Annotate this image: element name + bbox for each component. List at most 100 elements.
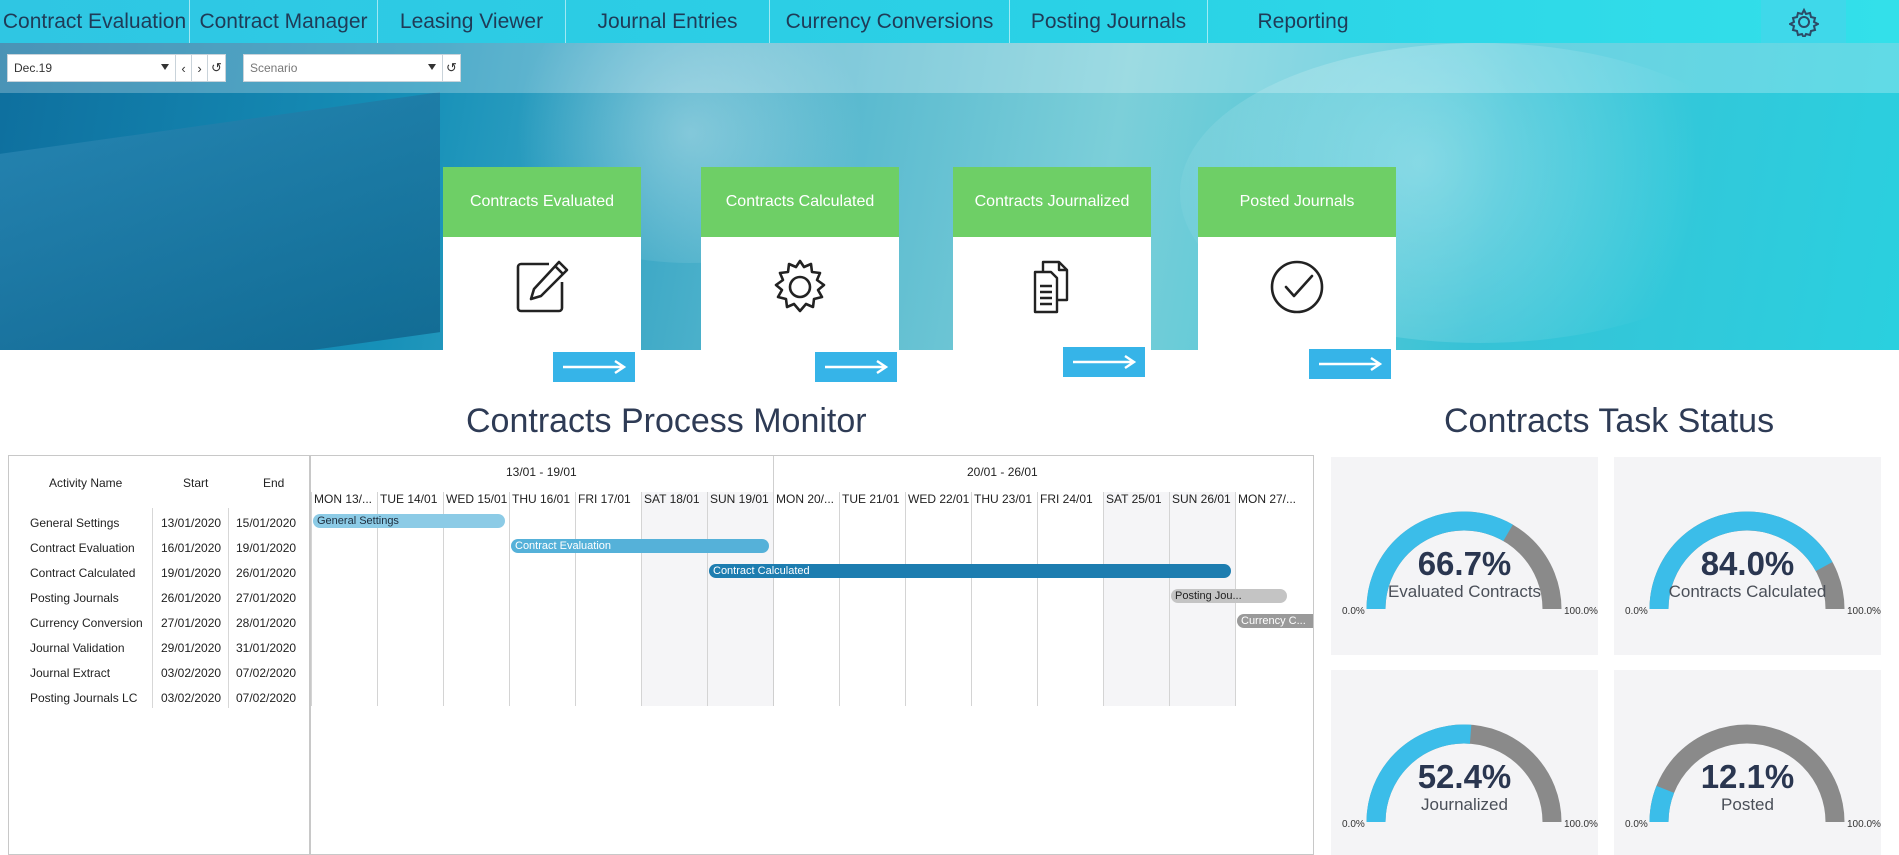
activity-name-cell: Journal Extract [30,666,111,680]
gauge-card: 12.1% Posted 0.0% 100.0% [1614,670,1881,855]
activity-start-cell: 29/01/2020 [161,641,222,655]
gantt-bar[interactable]: Posting Jou... [1171,589,1287,603]
day-column: THU 16/01 [509,492,575,706]
day-column: SAT 25/01 [1103,492,1169,706]
day-label: TUE 21/01 [842,492,900,506]
refresh-icon: ↺ [446,60,457,75]
gauge-max-label: 100.0% [1847,606,1881,617]
step-card-contracts-evaluated: Contracts Evaluated [443,167,641,350]
documents-icon [1033,260,1069,314]
step-card-contracts-calculated: Contracts Calculated [701,167,899,350]
gauge-min-label: 0.0% [1625,819,1648,830]
day-label: MON 20/... [776,492,835,506]
day-label: WED 22/01 [908,492,970,506]
activity-start-cell: 03/02/2020 [161,666,222,680]
arrow-right-icon [563,360,627,374]
reset-period-button[interactable]: ↺ [208,54,226,82]
nav-tab-currency-conversions[interactable]: Currency Conversions [770,0,1010,43]
step-card-contracts-journalized: Contracts Journalized [953,167,1151,350]
day-label: WED 15/01 [446,492,508,506]
process-monitor-title: Contracts Process Monitor [466,402,867,440]
activity-start-cell: 19/01/2020 [161,566,222,580]
gauge-max-label: 100.0% [1847,819,1881,830]
hero-laptop-shape [0,92,440,350]
gauge-card: 52.4% Journalized 0.0% 100.0% [1331,670,1598,855]
week-label: 13/01 - 19/01 [506,465,577,479]
step-card-posted-journals: Posted Journals [1198,167,1396,350]
gauge-max-label: 100.0% [1564,819,1598,830]
period-select[interactable]: Dec.19 [7,54,176,82]
activity-name-cell: Posting Journals LC [30,691,138,705]
settings-button[interactable] [1761,0,1846,43]
activity-name-cell: General Settings [30,516,120,530]
arrow-right-icon [1319,357,1383,371]
day-label: MON 13/... [314,492,373,506]
gauge-value: 52.4% [1417,758,1512,795]
activity-end-cell: 26/01/2020 [236,566,297,580]
nav-tab-leasing-viewer[interactable]: Leasing Viewer [378,0,566,43]
reset-scenario-button[interactable]: ↺ [443,54,461,82]
gauge-value: 84.0% [1700,545,1795,582]
gauge-label: Contracts Calculated [1668,582,1827,601]
day-label: THU 16/01 [512,492,571,506]
day-label: MON 27/... [1238,492,1297,506]
refresh-icon: ↺ [211,60,222,75]
day-column: MON 20/... [773,492,839,706]
day-column: WED 22/01 [905,492,971,706]
arrow-right-icon [1073,355,1137,369]
gauge-label: Posted [1721,795,1774,814]
nav-tab-reporting[interactable]: Reporting [1208,0,1398,43]
activity-start-cell: 27/01/2020 [161,616,222,630]
gantt-bar[interactable]: Contract Calculated [709,564,1231,578]
day-label: FRI 17/01 [578,492,631,506]
gauge-value: 66.7% [1417,545,1512,582]
top-nav: Contract Evaluation Contract Manager Lea… [0,0,1899,43]
step-arrow-button-calculated[interactable] [815,352,897,382]
step-arrow-button-evaluated[interactable] [553,352,635,382]
gantt-timeline: 13/01 - 19/01 20/01 - 26/01 MON 13/... TU… [311,456,1313,854]
day-column: FRI 24/01 [1037,492,1103,706]
activity-end-cell: 07/02/2020 [236,666,297,680]
day-label: SAT 25/01 [1106,492,1162,506]
activity-name-cell: Currency Conversion [30,616,143,630]
edit-icon [516,260,569,313]
nav-tab-contract-evaluation[interactable]: Contract Evaluation [0,0,190,43]
chevron-down-icon [428,64,436,70]
gauge-max-label: 100.0% [1564,606,1598,617]
gauge-min-label: 0.0% [1342,819,1365,830]
gantt-bar[interactable]: General Settings [313,514,505,528]
gantt-bar[interactable]: Contract Evaluation [511,539,769,553]
step-card-title: Posted Journals [1198,167,1396,237]
previous-period-button[interactable]: ‹ [176,54,192,82]
gauge-label: Evaluated Contracts [1387,582,1542,601]
day-label: FRI 24/01 [1040,492,1093,506]
gauge-card: 84.0% Contracts Calculated 0.0% 100.0% [1614,457,1881,655]
scenario-select[interactable]: Scenario [243,54,443,82]
scenario-select-placeholder: Scenario [250,61,298,75]
arrow-right-icon [825,360,889,374]
step-arrow-button-posted[interactable] [1309,349,1391,379]
column-divider [152,508,153,708]
gauge-min-label: 0.0% [1342,606,1365,617]
nav-tab-contract-manager[interactable]: Contract Manager [190,0,378,43]
day-label: SUN 19/01 [710,492,769,506]
activity-end-cell: 27/01/2020 [236,591,297,605]
next-period-button[interactable]: › [192,54,208,82]
gantt-activity-table: Activity Name Start End General Settings… [9,456,311,854]
gauge-card: 66.7% Evaluated Contracts 0.0% 100.0% [1331,457,1598,655]
period-select-value: Dec.19 [14,61,53,75]
chevron-right-icon: › [197,60,202,76]
step-card-title: Contracts Calculated [701,167,899,237]
activity-end-cell: 15/01/2020 [236,516,297,530]
activity-end-cell: 28/01/2020 [236,616,297,630]
gauge-value: 12.1% [1700,758,1795,795]
step-card-title: Contracts Evaluated [443,167,641,237]
nav-tab-journal-entries[interactable]: Journal Entries [566,0,770,43]
hero-banner [0,43,1899,350]
chevron-left-icon: ‹ [181,60,186,76]
day-label: TUE 14/01 [380,492,438,506]
day-column: FRI 17/01 [575,492,641,706]
gantt-bar[interactable]: Currency C... [1237,614,1313,628]
step-arrow-button-journalized[interactable] [1063,347,1145,377]
nav-tab-posting-journals[interactable]: Posting Journals [1010,0,1208,43]
